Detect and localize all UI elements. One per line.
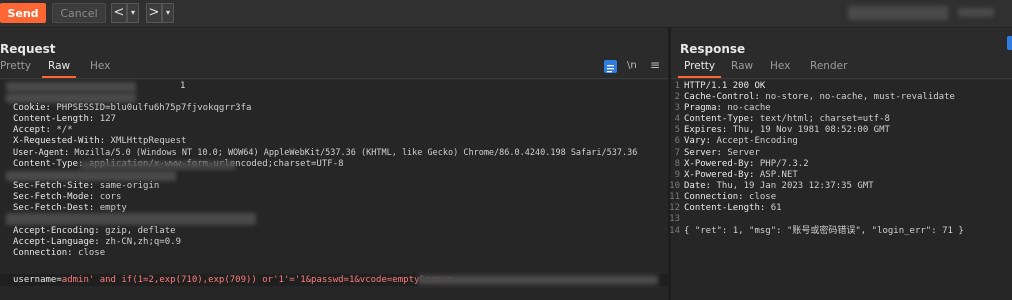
response-title: Response (680, 42, 746, 56)
response-line: 1 HTTP/1.1 200 OK (674, 81, 766, 91)
request-line: Accept: */* (13, 125, 73, 135)
history-back-dropdown[interactable]: ▾ (127, 3, 139, 23)
response-line: 8 X-Powered-By: PHP/7.3.2 (674, 159, 809, 169)
response-line: 13 (669, 214, 680, 224)
response-pane: Response Pretty Raw Hex Render 1 HTTP/1.1… (669, 28, 1012, 300)
request-line: Accept-Encoding: gzip, deflate (13, 226, 176, 236)
response-line: 11 Connection: close (669, 192, 777, 202)
toolbar: Send Cancel < ▾ > ▾ (0, 0, 1012, 28)
response-line: 6 Vary: Accept-Encoding (674, 136, 798, 146)
send-button[interactable]: Send (0, 3, 46, 23)
response-line: 7 Server: Server (674, 148, 760, 158)
response-editor[interactable]: 1 HTTP/1.1 200 OK 2 Cache-Control: no-stor… (669, 80, 1012, 300)
request-line: Connection: close (13, 248, 106, 258)
inspector-toggle[interactable] (1007, 36, 1012, 50)
request-title: Request (0, 42, 56, 56)
response-tab-pretty[interactable]: Pretty (677, 60, 722, 78)
response-line: 9 X-Powered-By: ASP.NET (674, 170, 798, 180)
request-line: Sec-Fetch-Site: same-origin (13, 181, 160, 191)
history-forward-dropdown[interactable]: ▾ (162, 3, 174, 23)
request-tab-pretty[interactable]: Pretty (0, 60, 31, 72)
redacted-target (848, 6, 948, 20)
history-back-button[interactable]: < (111, 3, 127, 23)
request-line: User-Agent: Mozilla/5.0 (Windows NT 10.0… (13, 148, 638, 158)
request-line: Accept-Language: zh-CN,zh;q=0.9 (13, 237, 181, 247)
request-line: Cookie: PHPSESSID=blu0ulfu6h75p7fjvokqgr… (13, 103, 252, 113)
request-line: Sec-Fetch-Mode: cors (13, 192, 122, 202)
response-tabs: Pretty Raw Hex Render (671, 60, 1012, 78)
response-tab-render[interactable]: Render (810, 60, 847, 72)
redacted-target-extra (958, 8, 994, 17)
menu-icon[interactable]: ≡ (650, 58, 660, 72)
response-line: 5 Expires: Thu, 19 Nov 1981 08:52:00 GMT (674, 125, 890, 135)
request-line: X-Requested-With: XMLHttpRequest (13, 136, 187, 146)
request-tabs: Pretty Raw Hex (0, 60, 668, 78)
response-line: 12 Content-Length: 61 (669, 203, 782, 213)
response-line: 10 Date: Thu, 19 Jan 2023 12:37:35 GMT (669, 181, 874, 191)
request-editor[interactable]: 1 Cookie: PHPSESSID=blu0ulfu6h75p7fjvokq… (0, 80, 668, 300)
wrap-toggle-icon[interactable] (604, 60, 617, 73)
request-pane: Request Pretty Raw Hex \n ≡ 1 Cookie: PH… (0, 28, 668, 300)
request-tab-raw[interactable]: Raw (41, 60, 77, 78)
history-forward-button[interactable]: > (146, 3, 162, 23)
newline-toggle-icon[interactable]: \n (627, 60, 637, 71)
response-tab-hex[interactable]: Hex (770, 60, 790, 72)
response-line: 4 Content-Type: text/html; charset=utf-8 (674, 114, 890, 124)
response-tab-raw[interactable]: Raw (731, 60, 753, 72)
response-line: 14{ "ret": 1, "msg": "账号或密码错误", "login_e… (669, 226, 964, 236)
cancel-button[interactable]: Cancel (52, 3, 106, 23)
request-line: Content-Length: 127 (13, 114, 116, 124)
response-line: 3 Pragma: no-cache (674, 103, 771, 113)
request-tab-hex[interactable]: Hex (90, 60, 110, 72)
response-line: 2 Cache-Control: no-store, no-cache, must… (674, 92, 955, 102)
